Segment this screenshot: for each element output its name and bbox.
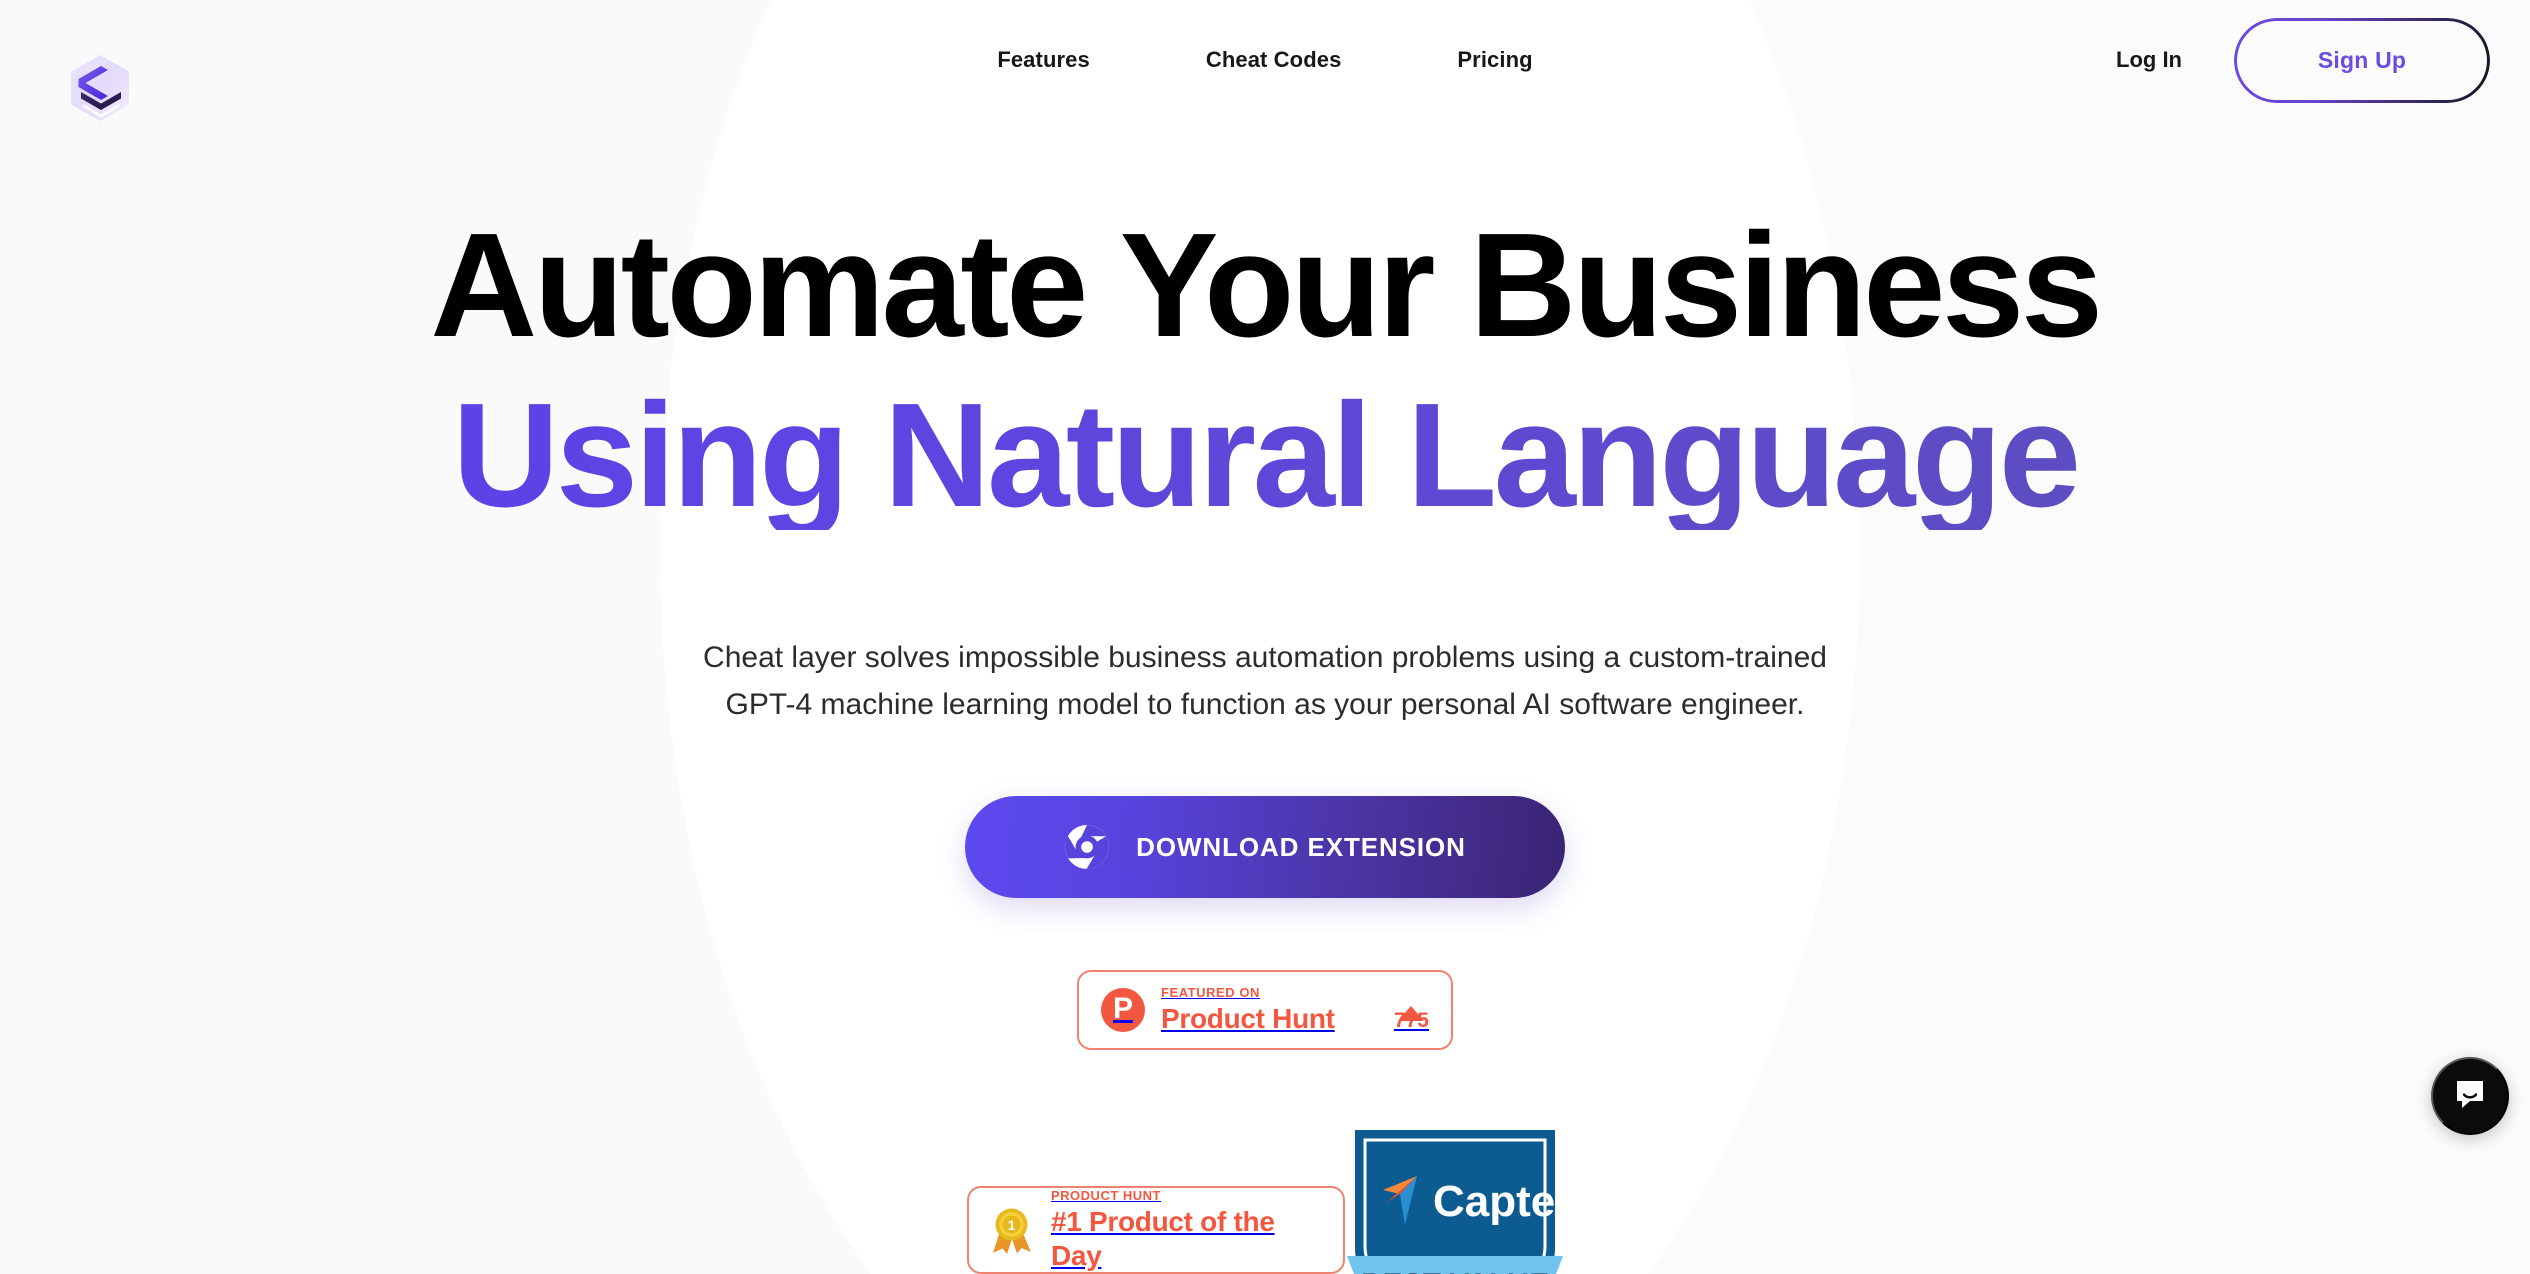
login-link[interactable]: Log In (2116, 47, 2182, 73)
top-navigation: Features Cheat Codes Pricing Log In Sign… (0, 0, 2530, 121)
product-of-the-day-kicker: PRODUCT HUNT (1051, 1187, 1161, 1203)
nav-actions: Log In Sign Up (2116, 0, 2490, 120)
cta-row: DOWNLOAD EXTENSION (0, 796, 2530, 898)
signup-button-label: Sign Up (2317, 46, 2407, 73)
product-hunt-featured-badge[interactable]: P FEATURED ON Product Hunt 775 (1077, 970, 1453, 1050)
product-of-the-day-title: #1 Product of the Day (1051, 1206, 1275, 1271)
hero-subtitle-line2: GPT-4 machine learning model to function… (725, 688, 1805, 721)
chat-bubble-icon (2452, 1077, 2488, 1116)
nav-item-pricing[interactable]: Pricing (1399, 47, 1590, 73)
signup-button[interactable]: Sign Up (2234, 17, 2490, 103)
download-extension-button[interactable]: DOWNLOAD EXTENSION (965, 796, 1565, 898)
chrome-icon (1064, 824, 1110, 870)
gold-medal-icon: 1 (989, 1205, 1035, 1255)
hero-headline-line1: Automate Your Business (430, 203, 2103, 368)
nav-item-cheat-codes[interactable]: Cheat Codes (1148, 47, 1400, 73)
intercom-chat-launcher[interactable] (2431, 1057, 2509, 1135)
download-extension-label: DOWNLOAD EXTENSION (1136, 831, 1466, 862)
hero-headline-line2: Using Natural Language (0, 382, 2530, 530)
product-of-the-day-text: PRODUCT HUNT #1 Product of the Day (1051, 1188, 1323, 1273)
hero-subtitle: Cheat layer solves impossible business a… (0, 634, 2530, 728)
nav-item-features[interactable]: Features (939, 47, 1148, 73)
product-hunt-upvote: 775 (1394, 989, 1429, 1031)
capterra-shield-icon[interactable]: Capterra BEST VALUE 2023 (1347, 1130, 1563, 1274)
product-hunt-kicker: FEATURED ON (1161, 985, 1260, 1001)
product-hunt-name: Product Hunt (1161, 1003, 1335, 1035)
product-of-the-day-badge[interactable]: 1 PRODUCT HUNT #1 Product of the Day (967, 1186, 1345, 1274)
product-hunt-upvote-count: 775 (1393, 1009, 1429, 1032)
product-hunt-featured-row: P FEATURED ON Product Hunt 775 (0, 970, 2530, 1050)
hero-subtitle-line1: Cheat layer solves impossible business a… (703, 641, 1827, 674)
svg-text:1: 1 (1008, 1217, 1016, 1233)
producthunt-logo-letter: P (1112, 992, 1133, 1025)
capterra-ribbon-text: BEST VALUE (1361, 1268, 1549, 1274)
landing-page: Features Cheat Codes Pricing Log In Sign… (0, 0, 2530, 1274)
product-hunt-badge-text: FEATURED ON Product Hunt (1161, 984, 1386, 1035)
hero-section: Automate Your Business Using Natural Lan… (0, 0, 2530, 1050)
producthunt-logo-icon: P (1101, 988, 1145, 1032)
capterra-brand-text: Capterra (1433, 1177, 1563, 1226)
